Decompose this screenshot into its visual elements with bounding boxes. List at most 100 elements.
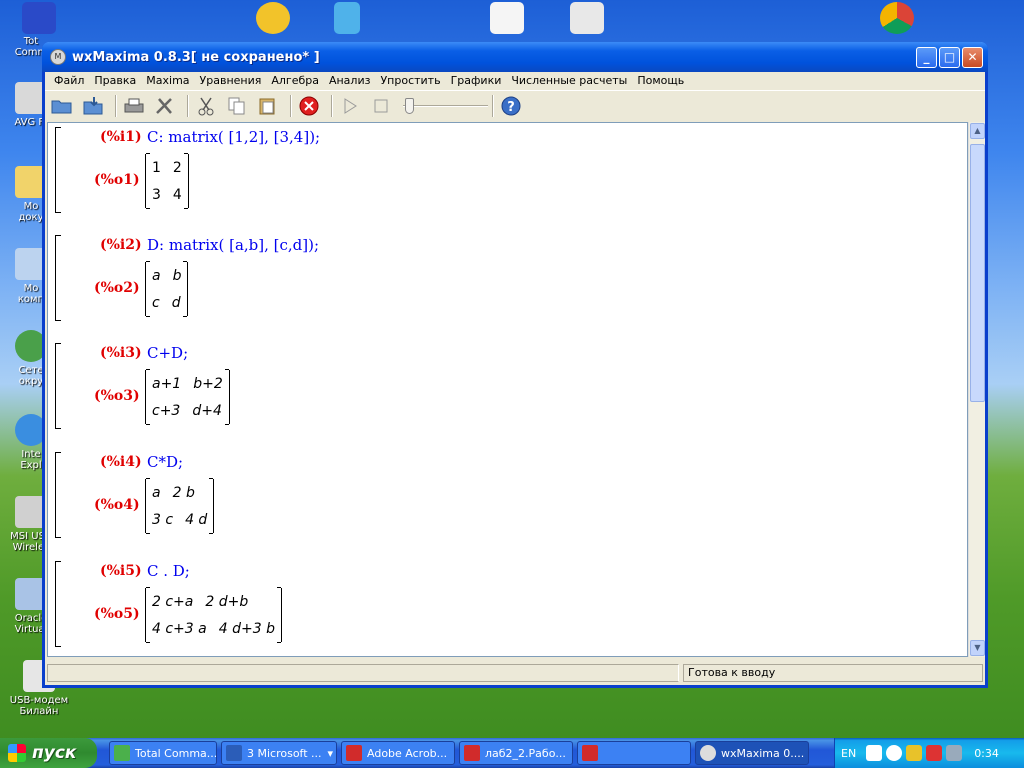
minimize-button[interactable]: _	[916, 46, 937, 68]
menu-algebra[interactable]: Алгебра	[266, 74, 324, 87]
floppy-icon[interactable]	[22, 2, 56, 34]
expand-tray-icon[interactable]	[886, 745, 903, 761]
vertical-scrollbar[interactable]: ▲ ▼	[968, 122, 985, 657]
matrix-row: a+1 b+2	[146, 370, 229, 397]
shield-icon[interactable]	[906, 745, 923, 761]
matrix-row: cd	[146, 289, 187, 316]
matrix-cell: c	[152, 294, 160, 311]
menu-help[interactable]: Помощь	[632, 74, 689, 87]
matrix-cell: d	[171, 294, 181, 311]
output-label: (%o5)	[94, 606, 140, 622]
matrix-cell: 2 b	[172, 484, 195, 501]
menu-maxima[interactable]: Maxima	[141, 74, 194, 87]
menu-equations[interactable]: Уравнения	[195, 74, 267, 87]
scroll-up-button[interactable]: ▲	[970, 123, 985, 139]
open-icon[interactable]	[49, 93, 75, 119]
tray-app-icon[interactable]	[926, 745, 943, 761]
maximize-button[interactable]: □	[939, 46, 960, 68]
menu-numeric[interactable]: Численные расчеты	[506, 74, 632, 87]
save-icon[interactable]	[80, 93, 106, 119]
pen-icon[interactable]	[570, 2, 604, 34]
worksheet[interactable]: (%i1) C: matrix( [1,2], [3,4]); (%o1) 12…	[47, 122, 968, 657]
menu-calculus[interactable]: Анализ	[324, 74, 376, 87]
input-expression[interactable]: C+D;	[147, 344, 188, 362]
cell-bracket[interactable]	[55, 235, 61, 321]
word-icon	[226, 745, 242, 761]
language-indicator[interactable]: EN	[841, 747, 856, 760]
chrome-icon[interactable]	[880, 2, 914, 34]
matrix-cell: 3 c	[152, 511, 174, 528]
sun-icon[interactable]	[256, 2, 290, 34]
menu-plotting[interactable]: Графики	[446, 74, 507, 87]
taskbar-item-adobe-acrobat[interactable]: Adobe Acrob...	[341, 741, 455, 765]
matrix-cell: b+2	[193, 375, 223, 392]
menu-bar: Файл Правка Maxima Уравнения Алгебра Ана…	[45, 70, 985, 90]
taskbar: пуск Total Comma... 3 Microsoft ... ▾ Ad…	[0, 738, 1024, 768]
cell-bracket[interactable]	[55, 561, 61, 647]
copy-icon[interactable]	[224, 93, 250, 119]
matrix-cell: 3	[152, 186, 161, 203]
start-button[interactable]: пуск	[0, 738, 97, 768]
matrix-cell: a	[152, 267, 161, 284]
cell-bracket[interactable]	[55, 452, 61, 538]
paste-icon[interactable]	[255, 93, 281, 119]
interrupt-icon[interactable]	[296, 93, 322, 119]
matrix-cell: 2 c+a	[152, 593, 194, 610]
cell-bracket[interactable]	[55, 127, 61, 213]
svg-text:?: ?	[507, 100, 515, 115]
output-matrix: 12 34	[145, 153, 189, 209]
matrix-row: 12	[146, 154, 188, 181]
input-expression[interactable]: C: matrix( [1,2], [3,4]);	[147, 128, 320, 146]
matrix-row: 3 c 4 d	[146, 506, 213, 533]
matrix-cell: 1	[152, 159, 161, 176]
status-text: Готова к вводу	[683, 664, 983, 682]
stop-icon[interactable]	[368, 93, 394, 119]
task-label: Total Comma...	[135, 746, 217, 760]
help-icon[interactable]: ?	[498, 93, 524, 119]
input-expression[interactable]: C . D;	[147, 562, 190, 580]
input-label: (%i1)	[100, 129, 142, 145]
input-expression[interactable]: C*D;	[147, 453, 183, 471]
menu-file[interactable]: Файл	[49, 74, 89, 87]
taskbar-item-pdf[interactable]	[577, 741, 691, 765]
play-icon[interactable]	[337, 93, 363, 119]
scroll-down-button[interactable]: ▼	[970, 640, 985, 656]
taskbar-item-microsoft-word[interactable]: 3 Microsoft ... ▾	[221, 741, 337, 765]
cell: (%i4) C*D; (%o4) a 2 b 3 c 4 d	[48, 452, 948, 540]
start-label: пуск	[32, 743, 77, 763]
total-commander-icon	[114, 745, 130, 761]
matrix-cell: 4 d+3 b	[218, 620, 275, 637]
wxmaxima-window: M wxMaxima 0.8.3[ не сохранено* ] _ □ ✕ …	[42, 42, 988, 688]
output-matrix: a 2 b 3 c 4 d	[145, 478, 215, 534]
matrix-cell: 4	[172, 186, 182, 203]
scroll-thumb[interactable]	[970, 144, 985, 402]
clock: 0:34	[974, 746, 999, 760]
pdf-icon	[582, 745, 598, 761]
preferences-icon[interactable]	[152, 93, 178, 119]
robot-icon[interactable]	[334, 2, 360, 34]
cell-bracket[interactable]	[55, 343, 61, 429]
taskbar-item-total-commander[interactable]: Total Comma...	[109, 741, 217, 765]
matrix-row: 4 c+3 a 4 d+3 b	[146, 615, 281, 642]
output-matrix: a+1 b+2 c+3 d+4	[145, 369, 230, 425]
people-icon[interactable]	[490, 2, 524, 34]
menu-edit[interactable]: Правка	[89, 74, 141, 87]
taskbar-item-lab-pdf[interactable]: лаб2_2.Рабо...	[459, 741, 573, 765]
input-label: (%i4)	[100, 454, 142, 470]
desktop-icon-label: USB-модем Билайн	[9, 695, 69, 717]
network-icon[interactable]	[946, 745, 963, 761]
matrix-cell: b	[172, 267, 182, 284]
menu-simplify[interactable]: Упростить	[375, 74, 445, 87]
cut-icon[interactable]	[193, 93, 219, 119]
help-tray-icon[interactable]	[866, 745, 883, 761]
acrobat-icon	[346, 745, 362, 761]
taskbar-item-wxmaxima[interactable]: wxMaxima 0....	[695, 741, 809, 765]
wxmaxima-logo-icon: M	[50, 49, 66, 65]
animation-slider[interactable]	[403, 97, 488, 114]
status-bar: Готова к вводу	[45, 662, 985, 684]
close-button[interactable]: ✕	[962, 46, 983, 68]
print-icon[interactable]	[121, 93, 147, 119]
slider-thumb[interactable]	[405, 97, 414, 114]
title-bar[interactable]: M wxMaxima 0.8.3[ не сохранено* ] _ □ ✕	[42, 42, 988, 72]
input-expression[interactable]: D: matrix( [a,b], [c,d]);	[147, 236, 319, 254]
